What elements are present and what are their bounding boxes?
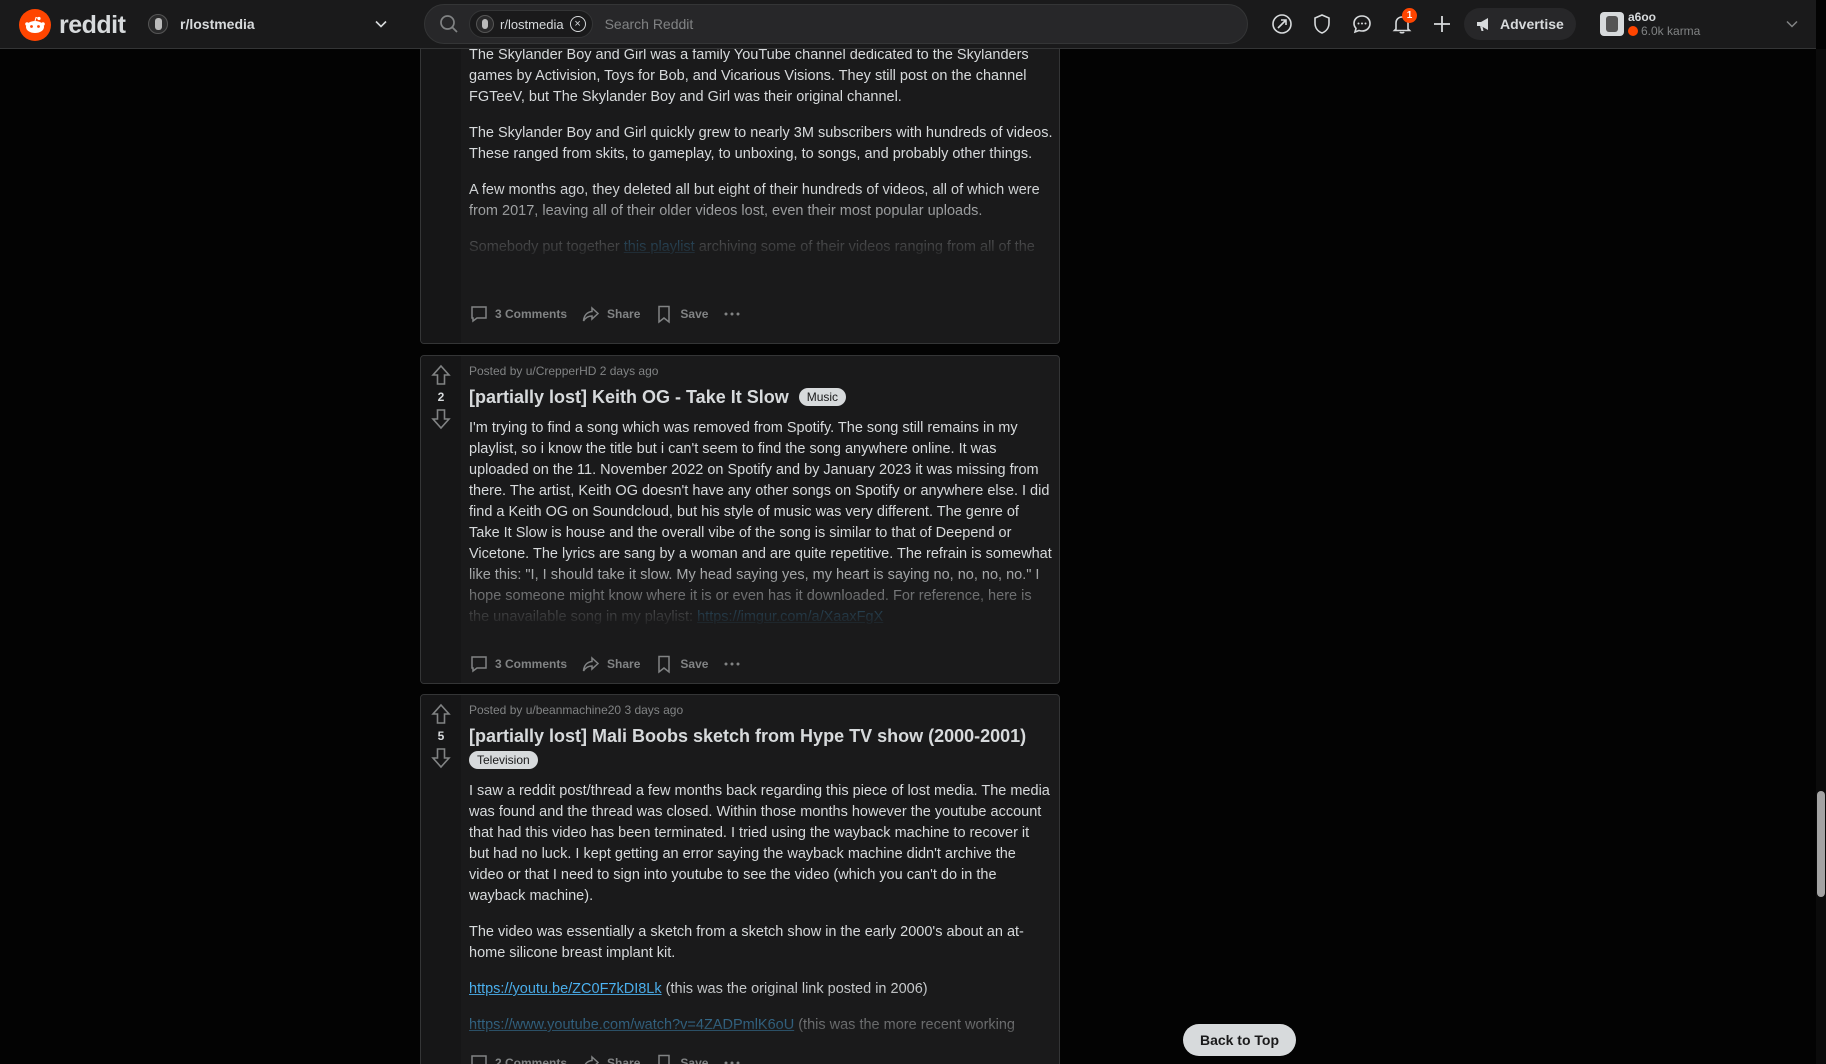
upvote-icon[interactable] xyxy=(430,703,452,725)
youtube-link[interactable]: https://www.youtube.com/watch?v=4ZADPmlK… xyxy=(469,1017,794,1033)
more-options-icon[interactable] xyxy=(722,1053,742,1064)
post-flair[interactable]: Music xyxy=(798,388,847,406)
vote-score: 2 xyxy=(437,390,445,404)
post-body: I'm trying to find a song which was remo… xyxy=(469,418,1053,624)
comments-button[interactable]: 3 Comments xyxy=(469,654,567,674)
share-icon xyxy=(584,1055,600,1064)
plus-icon[interactable] xyxy=(1426,8,1458,40)
username: a6oo xyxy=(1628,10,1657,24)
community-avatar xyxy=(148,14,168,34)
search-community-pill: r/lostmedia × xyxy=(469,10,593,38)
post-paragraph: Somebody put together this playlist arch… xyxy=(469,239,1035,255)
post-paragraph: I'm trying to find a song which was remo… xyxy=(469,420,1052,624)
post-paragraph: The Skylander Boy and Girl quickly grew … xyxy=(469,125,1053,162)
share-button[interactable]: Share xyxy=(581,654,640,674)
page-scrollbar[interactable] xyxy=(1816,49,1826,1064)
post-paragraph: I saw a reddit post/thread a few months … xyxy=(469,783,1050,904)
advertise-button[interactable]: Advertise xyxy=(1464,8,1576,40)
reddit-wordmark: reddit xyxy=(59,10,126,39)
post-paragraph: The video was essentially a sketch from … xyxy=(469,924,1024,961)
reddit-logo-icon xyxy=(19,9,51,41)
upvote-icon[interactable] xyxy=(430,364,452,386)
comment-icon xyxy=(471,1055,487,1064)
post-actions: 3 Comments Share Save xyxy=(469,649,742,679)
comments-button[interactable]: 3 Comments xyxy=(469,304,567,324)
vote-score: 5 xyxy=(437,729,445,743)
vote-column: 5 xyxy=(421,695,461,1064)
post-card[interactable]: The Skylander Boy and Girl was a family … xyxy=(420,0,1060,344)
bell-icon[interactable]: 1 xyxy=(1386,8,1418,40)
scrollbar-thumb[interactable] xyxy=(1817,791,1825,897)
save-button[interactable]: Save xyxy=(654,1053,708,1064)
community-name: r/lostmedia xyxy=(180,16,255,32)
save-button[interactable]: Save xyxy=(654,654,708,674)
shield-icon[interactable] xyxy=(1306,8,1338,40)
chat-icon[interactable] xyxy=(1346,8,1378,40)
youtube-link[interactable]: https://youtu.be/ZC0F7kDI8Lk xyxy=(469,981,662,997)
comment-icon xyxy=(471,656,487,673)
avatar xyxy=(1600,12,1624,36)
playlist-link[interactable]: this playlist xyxy=(624,239,695,255)
advertise-label: Advertise xyxy=(1500,16,1564,32)
karma-count: 6.0k karma xyxy=(1628,24,1700,38)
post-title[interactable]: [partially lost] Mali Boobs sketch from … xyxy=(469,725,1026,747)
post-title[interactable]: [partially lost] Keith OG - Take It Slow xyxy=(469,386,789,408)
pill-community-avatar xyxy=(476,15,494,33)
vote-column: 2 xyxy=(421,356,461,683)
bookmark-icon xyxy=(658,655,671,674)
downvote-icon[interactable] xyxy=(430,408,452,430)
downvote-icon[interactable] xyxy=(430,747,452,769)
pill-community-name: r/lostmedia xyxy=(500,16,564,32)
user-menu[interactable]: a6oo 6.0k karma xyxy=(1600,5,1806,43)
community-dropdown[interactable]: r/lostmedia xyxy=(146,8,398,40)
post-meta: Posted by u/CrepperHD 2 days ago xyxy=(469,364,659,378)
back-to-top-button[interactable]: Back to Top xyxy=(1183,1024,1296,1056)
top-header: reddit r/lostmedia r/lostmedia × 1 xyxy=(0,0,1816,49)
more-options-icon[interactable] xyxy=(722,654,742,674)
post-flair[interactable]: Television xyxy=(469,751,538,769)
karma-icon xyxy=(1628,26,1638,36)
post-card[interactable]: 2 Posted by u/CrepperHD 2 days ago [part… xyxy=(420,355,1060,684)
post-actions: 3 Comments Share Save xyxy=(469,299,742,329)
save-button[interactable]: Save xyxy=(654,304,708,324)
search-bar[interactable]: r/lostmedia × xyxy=(424,4,1248,44)
more-options-icon[interactable] xyxy=(722,304,742,324)
bookmark-icon xyxy=(658,305,671,324)
comments-button[interactable]: 2 Comments xyxy=(469,1053,567,1064)
imgur-link[interactable]: https://imgur.com/a/XaaxFgX xyxy=(697,609,883,624)
post-paragraph: The Skylander Boy and Girl was a family … xyxy=(469,47,1029,105)
post-body: I saw a reddit post/thread a few months … xyxy=(469,781,1053,1051)
chevron-down-icon xyxy=(1786,20,1798,28)
search-icon xyxy=(439,14,459,34)
megaphone-icon xyxy=(1477,18,1488,31)
post-meta: Posted by u/beanmachine20 3 days ago xyxy=(469,703,684,717)
share-button[interactable]: Share xyxy=(581,1053,640,1064)
notification-badge: 1 xyxy=(1402,8,1417,23)
share-button[interactable]: Share xyxy=(581,304,640,324)
comment-icon xyxy=(471,306,487,323)
search-input[interactable] xyxy=(604,16,1247,32)
popular-icon[interactable] xyxy=(1266,8,1298,40)
close-icon[interactable]: × xyxy=(569,16,586,32)
post-actions: 2 Comments Share Save xyxy=(469,1048,742,1064)
reddit-home-link[interactable]: reddit xyxy=(19,9,126,41)
vote-column xyxy=(421,0,461,343)
post-body: The Skylander Boy and Girl was a family … xyxy=(469,45,1053,257)
chevron-down-icon xyxy=(375,20,387,28)
post-paragraph: A few months ago, they deleted all but e… xyxy=(469,182,1040,219)
header-actions: 1 xyxy=(1266,8,1466,40)
post-paragraph: https://www.youtube.com/watch?v=4ZADPmlK… xyxy=(469,1017,1015,1033)
post-card[interactable]: 5 Posted by u/beanmachine20 3 days ago [… xyxy=(420,694,1060,1064)
bookmark-icon xyxy=(658,1054,671,1064)
share-icon xyxy=(582,656,600,672)
post-paragraph: https://youtu.be/ZC0F7kDI8Lk (this was t… xyxy=(469,981,928,997)
share-icon xyxy=(582,306,600,322)
